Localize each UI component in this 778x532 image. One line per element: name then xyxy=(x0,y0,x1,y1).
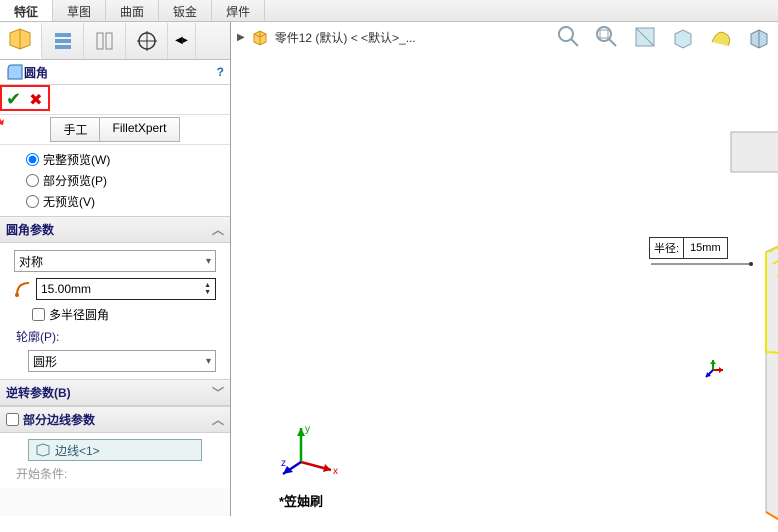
spin-up[interactable]: ▲ xyxy=(204,282,211,289)
model-preview xyxy=(551,92,778,532)
radius-icon xyxy=(14,280,32,298)
checkbox-multi-radius[interactable] xyxy=(32,308,45,321)
profile-select[interactable]: 圆形 ▾ xyxy=(28,350,216,372)
ribbon-tabs: 特征 草图 曲面 钣金 焊件 xyxy=(0,0,778,22)
chevron-up-icon[interactable]: ︿ xyxy=(212,221,224,238)
tab-weldment[interactable]: 焊件 xyxy=(212,0,265,21)
view-toolbar xyxy=(556,24,772,50)
zoom-fit-icon[interactable] xyxy=(556,24,582,50)
target-icon xyxy=(136,30,158,52)
svg-text:x: x xyxy=(333,466,338,477)
origin-triad-icon xyxy=(701,358,725,382)
cancel-button[interactable]: ✖ xyxy=(29,90,42,110)
label-profile: 轮廓(P): xyxy=(8,326,222,347)
tab-feature[interactable]: 特征 xyxy=(0,0,53,21)
coordinate-axes-icon: x y z xyxy=(281,422,341,482)
document-name[interactable]: 零件12 (默认) < <默认>_... xyxy=(275,29,416,46)
tab-sketch[interactable]: 草图 xyxy=(53,0,106,21)
mode-manual[interactable]: 手工 xyxy=(50,117,99,142)
edge-icon xyxy=(35,442,51,458)
chevron-up-icon[interactable]: ︿ xyxy=(212,411,224,428)
section-fillet-params: 圆角参数 xyxy=(6,221,54,238)
radio-partial-preview[interactable] xyxy=(26,174,39,187)
breadcrumb-arrow-icon[interactable]: ▶ xyxy=(237,32,245,43)
dimension-value[interactable]: 15mm xyxy=(684,240,727,256)
label-multi-radius: 多半径圆角 xyxy=(49,306,109,323)
fillet-icon xyxy=(6,63,24,81)
dimension-callout[interactable]: 半径: 15mm xyxy=(649,237,728,259)
tab-sheetmetal[interactable]: 钣金 xyxy=(159,0,212,21)
chevron-down-icon: ▾ xyxy=(206,256,211,267)
panel-tab-feature[interactable] xyxy=(0,23,42,59)
radius-value: 15.00mm xyxy=(41,282,91,296)
chevron-down-icon[interactable]: ﹀ xyxy=(212,384,224,401)
panel-tab-dim[interactable] xyxy=(126,23,168,59)
chevron-left-icon: ◀▸ xyxy=(175,35,188,46)
section-view-icon[interactable] xyxy=(632,24,658,50)
section-partial-edge: 部分边线参数 xyxy=(23,411,95,428)
label-full-preview: 完整预览(W) xyxy=(43,151,110,168)
panel-tab-more[interactable]: ◀▸ xyxy=(168,23,196,59)
feature-title: 圆角 xyxy=(24,64,211,81)
edge-value: 边线<1> xyxy=(55,442,100,459)
help-icon[interactable]: ? xyxy=(217,65,224,79)
config-icon xyxy=(94,30,116,52)
panel-tabs: ◀▸ xyxy=(0,22,230,60)
hide-show-icon[interactable] xyxy=(746,24,772,50)
svg-text:y: y xyxy=(305,424,310,435)
checkbox-partial-edge[interactable] xyxy=(6,413,19,426)
svg-text:z: z xyxy=(281,458,286,469)
property-icon xyxy=(52,30,74,52)
status-text: *笠妯刷 xyxy=(279,491,323,510)
tab-surface[interactable]: 曲面 xyxy=(106,0,159,21)
radio-no-preview[interactable] xyxy=(26,195,39,208)
feature-panel: ◀▸ 圆角 ? ✔ ✖ ➘ 手工 FilletXpert 完整预览(W) 部分预… xyxy=(0,22,231,516)
graphics-area[interactable]: ▶ 零件12 (默认) < <默认>_... xyxy=(231,22,778,516)
display-style-icon[interactable] xyxy=(708,24,734,50)
label-partial-preview: 部分预览(P) xyxy=(43,172,107,189)
profile-value: 圆形 xyxy=(33,353,57,370)
feature-tree-icon xyxy=(8,27,34,53)
ok-button[interactable]: ✔ xyxy=(6,89,21,110)
radius-input[interactable]: 15.00mm ▲▼ xyxy=(36,278,216,300)
spin-down[interactable]: ▼ xyxy=(204,289,211,296)
edge-select-box[interactable]: 边线<1> xyxy=(28,439,202,461)
symmetry-value: 对称 xyxy=(19,253,43,270)
symmetry-select[interactable]: 对称 ▾ xyxy=(14,250,216,272)
chevron-down-icon: ▾ xyxy=(206,356,211,367)
label-no-preview: 无预览(V) xyxy=(43,193,95,210)
panel-tab-property[interactable] xyxy=(42,23,84,59)
zoom-area-icon[interactable] xyxy=(594,24,620,50)
view-orient-icon[interactable] xyxy=(670,24,696,50)
panel-tab-config[interactable] xyxy=(84,23,126,59)
part-icon xyxy=(251,28,269,46)
mode-filletxpert[interactable]: FilletXpert xyxy=(99,117,179,142)
section-reverse-params: 逆转参数(B) xyxy=(6,384,71,401)
dimension-label: 半径: xyxy=(650,238,684,258)
label-start-condition: 开始条件: xyxy=(8,463,222,484)
radio-full-preview[interactable] xyxy=(26,153,39,166)
viewport[interactable]: 半径: 15mm x y z *笠妯刷 xyxy=(231,52,778,516)
